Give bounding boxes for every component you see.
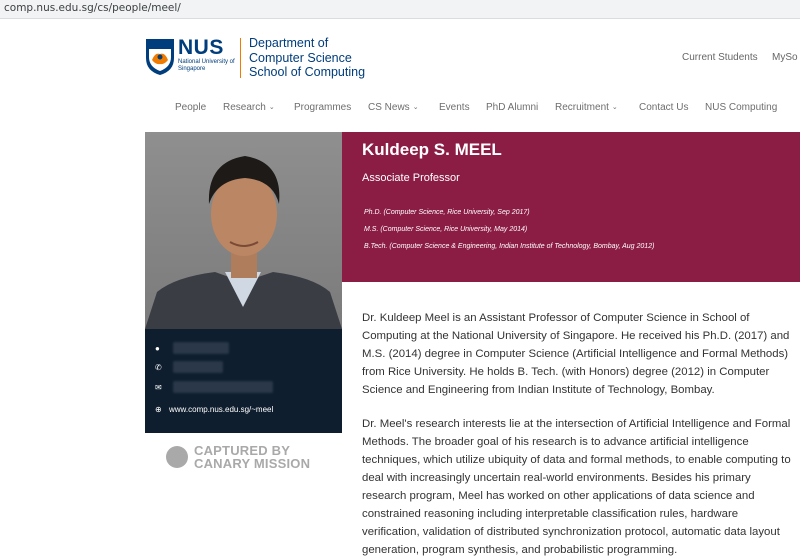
nav-contact-us[interactable]: Contact Us bbox=[639, 102, 688, 113]
link-current-students[interactable]: Current Students bbox=[682, 52, 758, 63]
contact-info-box: ● ✆ ✉ ⊕ www.comp.nus.edu.sg/~meel bbox=[145, 329, 342, 433]
address-bar[interactable]: comp.nus.edu.sg/cs/people/meel/ bbox=[0, 0, 800, 19]
portrait-image bbox=[145, 156, 342, 329]
dept-line-1: Department of bbox=[249, 36, 329, 50]
url-text: comp.nus.edu.sg/cs/people/meel/ bbox=[4, 2, 181, 14]
nav-nus-computing[interactable]: NUS Computing bbox=[705, 102, 777, 113]
nav-recruitment[interactable]: Recruitment ⌄ bbox=[555, 102, 618, 113]
globe-icon: ⊕ bbox=[155, 405, 162, 414]
stamp-logo-icon bbox=[166, 446, 188, 468]
bio-paragraph-2: Dr. Meel's research interests lie at the… bbox=[362, 418, 791, 556]
profile-position: Associate Professor bbox=[362, 172, 460, 184]
nus-subtitle: National University of Singapore bbox=[178, 59, 235, 72]
degree-btech: B.Tech. (Computer Science & Engineering,… bbox=[364, 243, 655, 250]
redacted-address bbox=[173, 342, 229, 354]
dept-line-2: Computer Science bbox=[249, 50, 352, 65]
logo-divider bbox=[240, 38, 241, 78]
profile-sidebar: ● ✆ ✉ ⊕ www.comp.nus.edu.sg/~meel bbox=[145, 132, 342, 433]
nus-crest-icon bbox=[146, 39, 174, 75]
phone-icon: ✆ bbox=[155, 363, 162, 372]
link-myso[interactable]: MySo bbox=[772, 52, 798, 63]
degree-phd: Ph.D. (Computer Science, Rice University… bbox=[364, 209, 530, 216]
dept-line-3: School of Computing bbox=[249, 65, 366, 79]
degree-ms: M.S. (Computer Science, Rice University,… bbox=[364, 226, 528, 233]
chevron-down-icon: ⌄ bbox=[268, 104, 275, 111]
redacted-phone bbox=[173, 361, 223, 373]
captured-stamp: CAPTURED BY CANARY MISSION bbox=[166, 444, 326, 474]
nus-wordmark: NUS bbox=[178, 36, 224, 59]
nav-programmes[interactable]: Programmes bbox=[294, 102, 351, 113]
chevron-down-icon: ⌄ bbox=[611, 104, 618, 111]
stamp-text: CAPTURED BY CANARY MISSION bbox=[194, 443, 311, 471]
main-nav: People Research ⌄ Programmes CS News ⌄ Eve… bbox=[0, 102, 800, 116]
nav-events[interactable]: Events bbox=[439, 102, 470, 113]
bio-paragraph-1: Dr. Kuldeep Meel is an Assistant Profess… bbox=[362, 312, 790, 396]
chevron-down-icon: ⌄ bbox=[412, 104, 419, 111]
location-pin-icon: ● bbox=[155, 344, 160, 353]
email-icon: ✉ bbox=[155, 383, 162, 392]
profile-photo bbox=[145, 132, 342, 329]
profile-banner: Kuldeep S. MEEL Associate Professor Ph.D… bbox=[342, 132, 800, 282]
nav-research[interactable]: Research ⌄ bbox=[223, 102, 275, 113]
department-name: Department of Computer Science School of… bbox=[249, 36, 365, 80]
profile-name: Kuldeep S. MEEL bbox=[362, 140, 502, 159]
nus-logo[interactable]: NUS National University of Singapore Dep… bbox=[145, 36, 375, 82]
nav-cs-news[interactable]: CS News ⌄ bbox=[368, 102, 419, 113]
redacted-email bbox=[173, 381, 273, 393]
nav-people[interactable]: People bbox=[175, 102, 206, 113]
website-link[interactable]: www.comp.nus.edu.sg/~meel bbox=[169, 405, 273, 414]
nav-phd-alumni[interactable]: PhD Alumni bbox=[486, 102, 538, 113]
